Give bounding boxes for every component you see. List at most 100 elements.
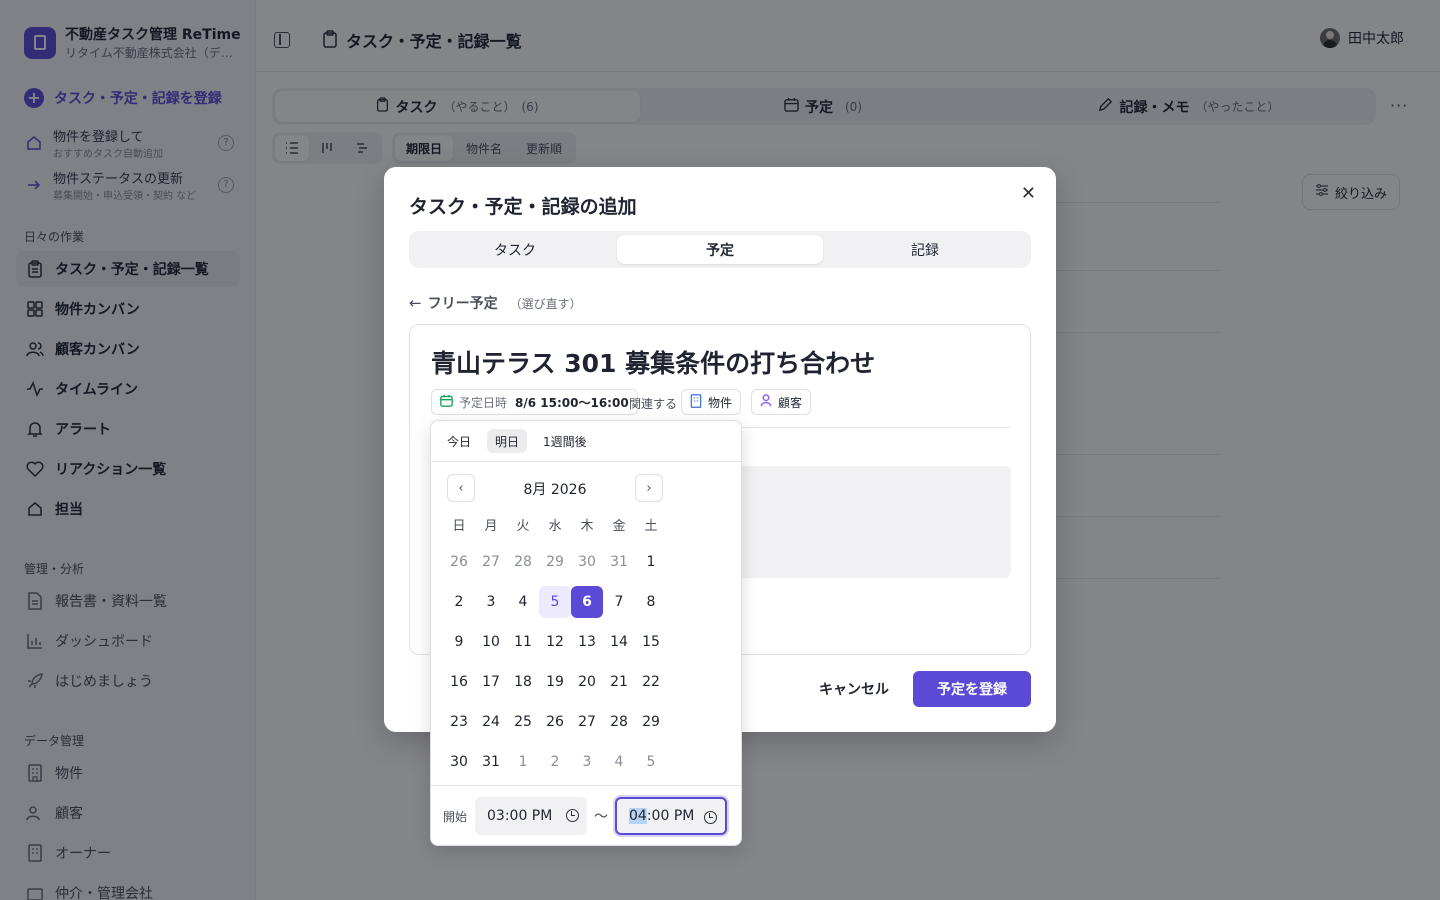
calendar-day[interactable]: 27 xyxy=(571,706,603,738)
submit-schedule-button[interactable]: 予定を登録 xyxy=(913,671,1031,707)
range-separator: 〜 xyxy=(594,809,609,825)
calendar-day[interactable]: 5 xyxy=(635,746,667,778)
weekday-label: 土 xyxy=(644,518,658,534)
week-row: 9 10 11 12 13 14 15 xyxy=(443,626,667,666)
relate-property-label: 物件 xyxy=(708,395,733,410)
calendar-day[interactable]: 30 xyxy=(571,546,603,578)
end-time-rest: :00 PM xyxy=(646,808,695,824)
calendar-day[interactable]: 27 xyxy=(475,546,507,578)
quick-select-row: 今日 明日 1週間後 xyxy=(439,429,603,453)
calendar-day[interactable]: 20 xyxy=(571,666,603,698)
calendar-day[interactable]: 12 xyxy=(539,626,571,658)
calendar-day[interactable]: 7 xyxy=(603,586,635,618)
calendar-day[interactable]: 15 xyxy=(635,626,667,658)
clock-icon[interactable] xyxy=(566,809,580,822)
user-icon xyxy=(760,394,772,410)
start-time-input[interactable]: 03:00 PM xyxy=(475,797,588,835)
calendar-day[interactable]: 4 xyxy=(603,746,635,778)
relate-customer-chip[interactable]: 顧客 xyxy=(751,389,812,415)
start-label: 開始 xyxy=(443,809,468,824)
weekday-label: 火 xyxy=(516,518,530,534)
calendar-day[interactable]: 26 xyxy=(539,706,571,738)
weekday-label: 水 xyxy=(548,518,562,534)
calendar-day[interactable]: 18 xyxy=(507,666,539,698)
weekday-label: 月 xyxy=(484,518,498,534)
calendar-day[interactable]: 4 xyxy=(507,586,539,618)
segment-record[interactable]: 記録 xyxy=(822,235,1028,264)
calendar-day-today[interactable]: 5 xyxy=(539,586,571,618)
event-title-input[interactable]: 青山テラス 301 募集条件の打ち合わせ xyxy=(431,344,875,380)
calendar-day[interactable]: 28 xyxy=(603,706,635,738)
weekday-row: 日 月 火 水 木 金 土 xyxy=(443,512,667,536)
back-label: フリー予定 xyxy=(427,296,498,312)
calendar-day[interactable]: 25 xyxy=(507,706,539,738)
calendar-day[interactable]: 17 xyxy=(475,666,507,698)
calendar-day[interactable]: 2 xyxy=(539,746,571,778)
week-row: 23 24 25 26 27 28 29 xyxy=(443,706,667,746)
calendar-day[interactable]: 16 xyxy=(443,666,475,698)
calendar-day[interactable]: 29 xyxy=(539,546,571,578)
start-time-value: 03:00 PM xyxy=(487,808,553,824)
picker-divider xyxy=(431,461,741,462)
calendar-day[interactable]: 1 xyxy=(507,746,539,778)
month-label: 8月 2026 xyxy=(523,482,587,498)
calendar-day[interactable]: 29 xyxy=(635,706,667,738)
calendar-day[interactable]: 31 xyxy=(603,546,635,578)
quick-today[interactable]: 今日 xyxy=(439,429,479,453)
calendar-day[interactable]: 8 xyxy=(635,586,667,618)
back-hint: （選び直す） xyxy=(509,296,582,311)
calendar-day[interactable]: 1 xyxy=(635,546,667,578)
calendar-day[interactable]: 26 xyxy=(443,546,475,578)
calendar-day[interactable]: 11 xyxy=(507,626,539,658)
calendar-day[interactable]: 3 xyxy=(475,586,507,618)
chevron-left-icon[interactable]: ‹ xyxy=(447,474,475,502)
arrow-left-icon: ← xyxy=(409,294,422,312)
building-icon xyxy=(690,393,702,411)
picker-divider xyxy=(431,785,741,786)
calendar-day[interactable]: 30 xyxy=(443,746,475,778)
calendar-day[interactable]: 2 xyxy=(443,586,475,618)
calendar-day[interactable]: 31 xyxy=(475,746,507,778)
end-time-input[interactable]: 04:00 PM xyxy=(615,797,728,835)
calendar-day-selected[interactable]: 6 xyxy=(571,586,603,618)
datetime-picker: 今日 明日 1週間後 ‹ 8月 2026 › 日 月 火 水 木 金 土 26 … xyxy=(430,420,742,846)
segment-schedule[interactable]: 予定 xyxy=(617,235,823,264)
quick-next-week[interactable]: 1週間後 xyxy=(535,429,595,453)
calendar-day[interactable]: 24 xyxy=(475,706,507,738)
relate-label: 関連する xyxy=(629,397,678,411)
dialog-title: タスク・予定・記録の追加 xyxy=(409,196,637,218)
weekday-label: 木 xyxy=(580,518,594,534)
clock-icon[interactable] xyxy=(704,811,718,824)
calendar-day[interactable]: 3 xyxy=(571,746,603,778)
weekday-label: 日 xyxy=(452,518,466,534)
week-row: 16 17 18 19 20 21 22 xyxy=(443,666,667,706)
week-row: 2 3 4 5 6 7 8 xyxy=(443,586,667,626)
quick-tomorrow[interactable]: 明日 xyxy=(487,429,528,453)
calendar-day[interactable]: 13 xyxy=(571,626,603,658)
week-row: 30 31 1 2 3 4 5 xyxy=(443,746,667,786)
calendar-day[interactable]: 22 xyxy=(635,666,667,698)
relate-customer-label: 顧客 xyxy=(778,395,803,410)
schedule-datetime-chip[interactable]: 予定日時 8/6 15:00〜16:00 xyxy=(431,389,638,415)
segment-task[interactable]: タスク xyxy=(412,235,618,264)
calendar-day[interactable]: 28 xyxy=(507,546,539,578)
entry-type-segment: タスク 予定 記録 xyxy=(409,231,1031,268)
schedule-key: 予定日時 xyxy=(459,395,508,410)
weekday-label: 金 xyxy=(612,518,626,534)
calendar-icon xyxy=(440,394,453,410)
time-range-row: 開始 03:00 PM 〜 04:00 PM xyxy=(443,797,728,835)
calendar-day[interactable]: 19 xyxy=(539,666,571,698)
close-icon[interactable]: ✕ xyxy=(1021,183,1036,204)
week-row: 26 27 28 29 30 31 1 xyxy=(443,546,667,586)
calendar-day[interactable]: 21 xyxy=(603,666,635,698)
end-time-hour-selected: 04 xyxy=(629,808,647,824)
cancel-button[interactable]: キャンセル xyxy=(804,671,904,707)
schedule-value: 8/6 15:00〜16:00 xyxy=(515,395,629,410)
calendar-day[interactable]: 10 xyxy=(475,626,507,658)
calendar-day[interactable]: 14 xyxy=(603,626,635,658)
chevron-right-icon[interactable]: › xyxy=(635,474,663,502)
calendar-day[interactable]: 9 xyxy=(443,626,475,658)
calendar-day[interactable]: 23 xyxy=(443,706,475,738)
relate-property-chip[interactable]: 物件 xyxy=(681,389,742,415)
back-to-template-link[interactable]: ← フリー予定 （選び直す） xyxy=(409,293,582,313)
